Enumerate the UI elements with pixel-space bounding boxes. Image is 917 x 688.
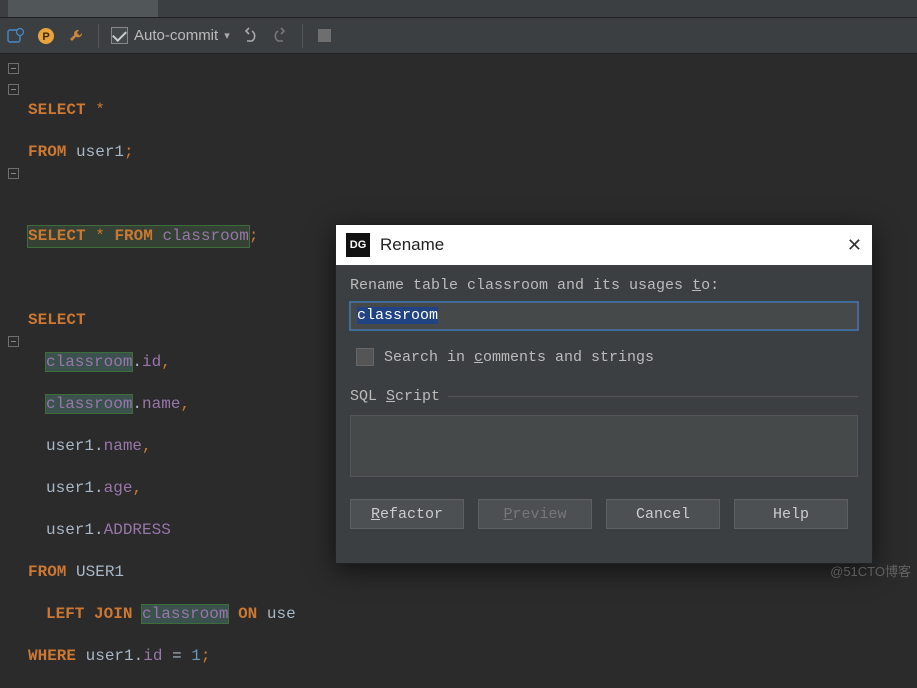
p-badge-icon[interactable]: P [36, 26, 56, 46]
toolbar: P Auto-commit ▾ [0, 18, 917, 54]
sql-script-label: SQL Script [350, 388, 858, 405]
code-line: FROM USER1 [28, 562, 917, 583]
fold-icon[interactable] [8, 63, 19, 74]
watermark: @51CTO博客 [830, 561, 911, 580]
code-line: WHERE user1.id = 1; [28, 646, 917, 667]
close-icon[interactable]: ✕ [847, 235, 862, 256]
code-line [28, 184, 917, 205]
undo-icon[interactable] [240, 26, 260, 46]
wrench-icon[interactable] [66, 26, 86, 46]
fold-icon[interactable] [8, 168, 19, 179]
rename-input[interactable]: classroom [350, 302, 858, 330]
window-tab-strip [0, 0, 917, 18]
toolbar-separator [98, 24, 99, 48]
svg-text:P: P [42, 31, 49, 43]
search-comments-row[interactable]: Search in comments and strings [356, 348, 858, 366]
rename-dialog: DG Rename ✕ Rename table classroom and i… [335, 224, 873, 564]
dialog-title: Rename [380, 235, 444, 255]
rename-input-selection: class [357, 307, 402, 324]
code-line: LEFT JOIN classroom ON use [46, 604, 917, 625]
app-badge-icon: DG [346, 233, 370, 257]
stop-icon[interactable] [315, 26, 335, 46]
toolbar-separator [302, 24, 303, 48]
auto-commit-checkbox[interactable] [111, 27, 128, 44]
search-comments-label: Search in comments and strings [384, 349, 654, 366]
sql-script-textarea[interactable] [350, 415, 858, 477]
cancel-button[interactable]: Cancel [606, 499, 720, 529]
auto-commit-label: Auto-commit [134, 27, 218, 44]
redo-icon[interactable] [270, 26, 290, 46]
search-comments-checkbox[interactable] [356, 348, 374, 366]
rename-prompt: Rename table classroom and its usages to… [350, 277, 858, 294]
auto-commit-toggle[interactable]: Auto-commit ▾ [111, 27, 230, 44]
gutter [4, 58, 22, 352]
dialog-buttons: Refactor Preview Cancel Help [350, 499, 858, 529]
db-refresh-icon[interactable] [6, 26, 26, 46]
preview-button[interactable]: Preview [478, 499, 592, 529]
refactor-button[interactable]: Refactor [350, 499, 464, 529]
code-line: FROM user1; [28, 142, 917, 163]
help-button[interactable]: Help [734, 499, 848, 529]
chevron-down-icon[interactable]: ▾ [224, 29, 230, 42]
code-line: SELECT * [28, 100, 917, 121]
dialog-titlebar[interactable]: DG Rename ✕ [336, 225, 872, 265]
dialog-body: Rename table classroom and its usages to… [336, 265, 872, 539]
fold-icon[interactable] [8, 84, 19, 95]
active-tab[interactable] [8, 0, 158, 17]
fold-icon[interactable] [8, 336, 19, 347]
